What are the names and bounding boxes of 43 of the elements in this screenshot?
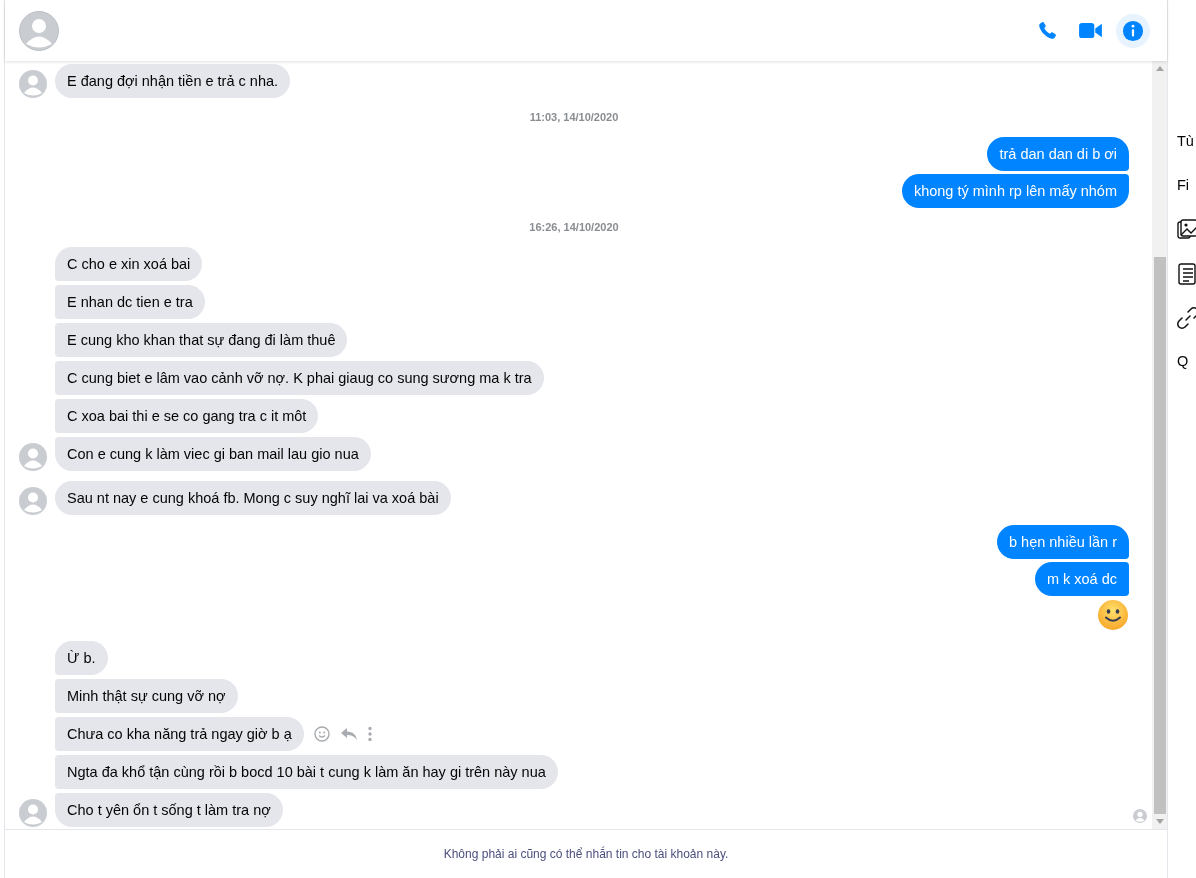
sidebar-item[interactable]: Q [1177,351,1196,395]
more-icon[interactable] [367,726,372,743]
message-bubble: C cung biet e lâm vao cảnh vỡ nợ. K phai giaug co sung sương ma k tra [55,361,544,396]
video-camera-icon [1077,21,1103,41]
info-icon [1122,19,1144,42]
avatar-icon[interactable] [19,799,47,828]
smiley-emoji-icon [1097,599,1129,632]
sidebar-item[interactable]: Tù [1177,131,1196,175]
message-bubble: m k xoá dc [1034,562,1129,597]
message-bubble: C xoa bai thi e se co gang tra c it môt [55,399,319,434]
message-bubble: Chưa co kha năng trả ngay giờ b ạ [55,717,304,752]
message-bubble: E cung kho khan that sự đang đi làm thuê [55,323,348,358]
message-bubble: Ừ b. [55,641,108,676]
scroll-down-icon[interactable] [1155,819,1164,825]
phone-icon [1036,19,1058,42]
smiley-icon[interactable] [313,726,330,743]
link-icon[interactable] [1177,307,1196,329]
message-bubble: Sau nt nay e cung khoá fb. Mong c suy nghĩ lai va xoá bài [55,481,451,516]
scrollbar-thumb[interactable] [1153,257,1166,815]
message-bubble: b hẹn nhiều lần r [996,525,1129,560]
footer-notice: Không phải ai cũng có thể nhắn tin cho tài khoản này. [443,847,729,862]
message-bubble: E nhan dc tien e tra [55,285,205,320]
message-timestamp: 11:03, 14/10/2020 [528,110,620,126]
scrollbar[interactable] [1152,61,1167,830]
info-button[interactable] [1116,13,1150,48]
seen-avatar-icon [1133,809,1147,824]
document-icon[interactable] [1177,263,1196,285]
avatar-icon[interactable] [19,10,59,51]
message-bubble: Minh thật sự cung vỡ nợ [55,679,238,714]
message-bubble: trả dan dan di b ơi [987,137,1129,172]
message-timestamp: 16:26, 14/10/2020 [528,220,620,236]
message-bubble: C cho e xin xoá bai [55,247,203,282]
message-bubble: Ngta đa khổ tận cùng rồi b bocd 10 bài t cung k làm ăn hay gi trên này nua [55,755,558,790]
message-bubble: Cho t yên ổn t sống t làm tra nợ [55,793,283,828]
message-bubble: khong tý mình rp lên mấy nhóm [901,174,1129,209]
message-bubble: Con e cung k làm viec gi ban mail lau gio nua [55,437,371,472]
scroll-up-icon[interactable] [1155,66,1164,72]
avatar-icon[interactable] [19,70,47,99]
message-bubble: E đang đợi nhận tiền e trả c nha. [55,64,291,99]
avatar-icon[interactable] [19,487,47,516]
photos-icon[interactable] [1177,219,1196,241]
avatar-icon[interactable] [19,443,47,472]
sidebar-item[interactable]: Fi [1177,175,1196,219]
